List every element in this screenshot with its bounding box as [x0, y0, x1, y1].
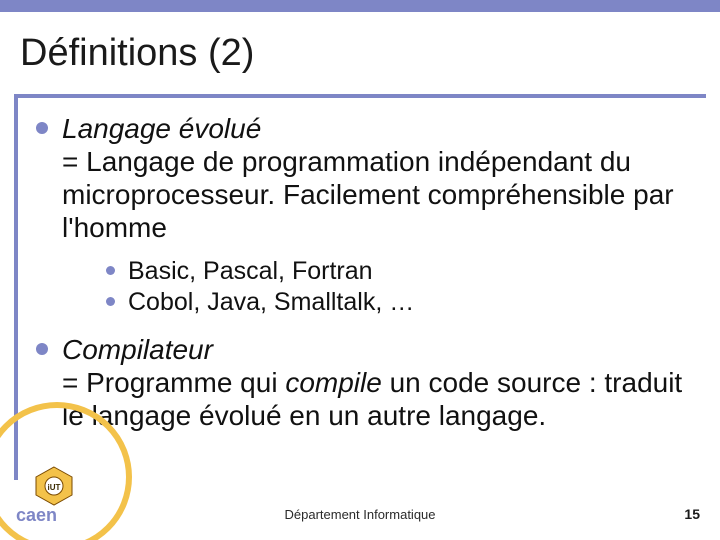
bullet-icon	[36, 343, 48, 355]
definition-text-pre: = Programme qui	[62, 367, 285, 398]
sub-bullet-text: Basic, Pascal, Fortran	[128, 257, 373, 285]
slide: Définitions (2) Langage évolué = Langage…	[0, 0, 720, 540]
sub-bullet-group: Basic, Pascal, Fortran Cobol, Java, Smal…	[36, 256, 690, 319]
bullet-item: Langage évolué = Langage de programmatio…	[36, 112, 690, 244]
sub-bullet-item: Cobol, Java, Smalltalk, …	[106, 287, 690, 318]
page-number: 15	[684, 506, 700, 522]
definition-text: = Langage de programmation indépendant d…	[62, 146, 674, 243]
caen-logo: iUT caen	[14, 465, 84, 530]
logo-text: caen	[16, 505, 57, 525]
sub-bullet-icon	[106, 266, 115, 275]
term-text: Langage évolué	[62, 113, 261, 144]
logo-svg: iUT caen	[14, 465, 84, 525]
title-area: Définitions (2)	[14, 12, 706, 98]
content-area: Langage évolué = Langage de programmatio…	[36, 112, 690, 470]
bullet-item: Compilateur = Programme qui compile un c…	[36, 333, 690, 432]
sub-bullet-icon	[106, 297, 115, 306]
sub-bullet-item: Basic, Pascal, Fortran	[106, 256, 690, 287]
definition-text-italic: compile	[285, 367, 381, 398]
iut-badge-icon: iUT	[36, 467, 72, 505]
bullet-icon	[36, 122, 48, 134]
top-accent-bar	[0, 0, 720, 12]
svg-text:iUT: iUT	[48, 483, 61, 492]
term-text: Compilateur	[62, 334, 213, 365]
sub-bullet-text: Cobol, Java, Smalltalk, …	[128, 288, 414, 316]
slide-title: Définitions (2)	[14, 32, 254, 75]
